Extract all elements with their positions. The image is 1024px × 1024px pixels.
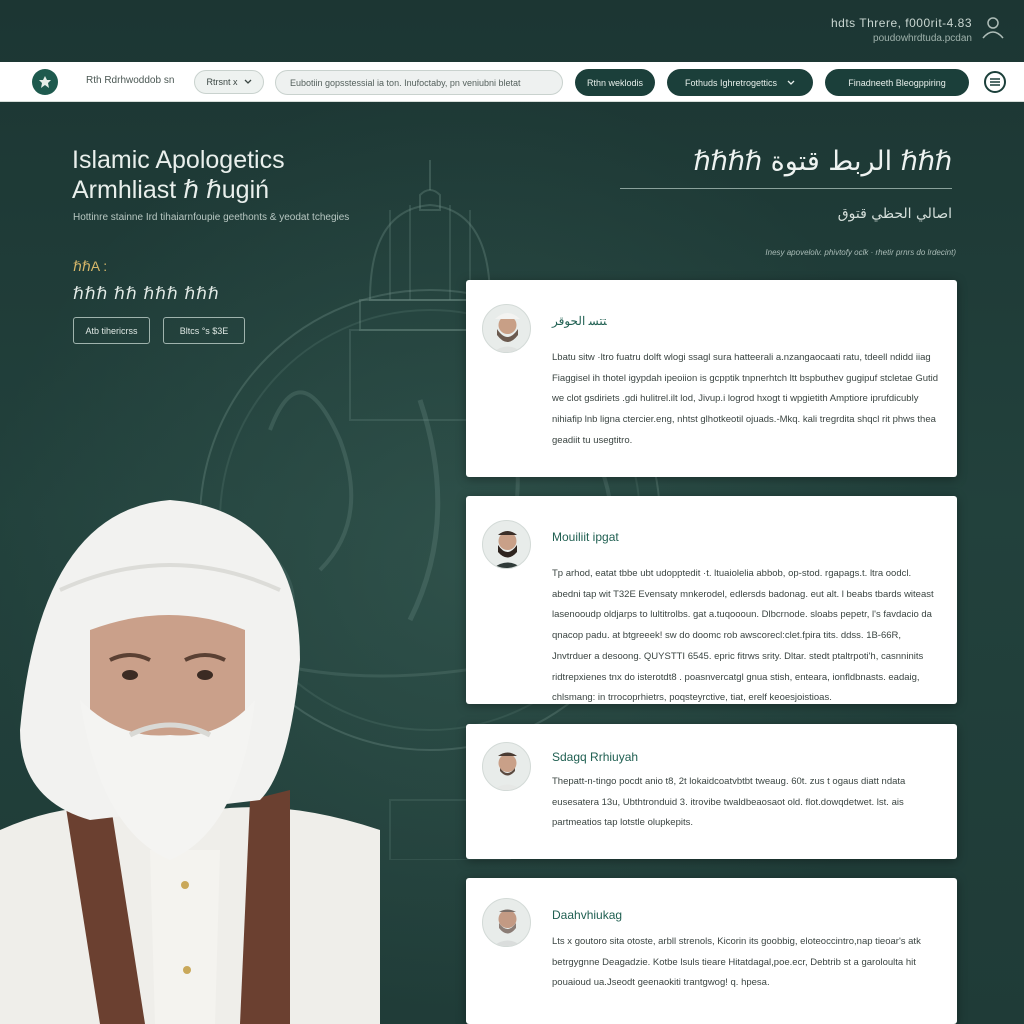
avatar [482,304,531,353]
scholar-portrait-image [0,500,380,1024]
nav-pill-3[interactable]: Finadneeth Bleogppiring [825,69,969,96]
header-meta-line1: hdts Threre, f000rit-4.83 [830,16,972,30]
nav-pill-1-label: Rthn weklodis [586,77,644,88]
top-header: hdts Threre, f000rit-4.83 poudowhrdtuda.… [0,0,1024,62]
chevron-down-icon [787,80,795,85]
category-dropdown-label: Rtrsnt x [206,77,238,87]
hero-title-line1: Islamic Apologetics [72,146,285,174]
scholar-bio: Thepatt-n-tingo pocdt anio t8, 2t lokaid… [552,776,906,829]
search-input[interactable] [275,70,563,95]
header-meta-line2: poudowhrdtuda.pcdan [873,33,972,44]
menu-icon[interactable] [984,71,1006,93]
avatar [482,898,531,947]
title-divider [620,188,952,189]
scholar-bio: Tp arhod, eatat tbbe ubt udopptedit ·t. … [552,568,934,704]
category-dropdown[interactable]: Rtrsnt x [194,70,264,94]
hero-subtitle: Hottinre stainne Ird tihaiarnfoupie geet… [73,212,350,223]
nav-pill-1[interactable]: Rthn weklodis [575,69,655,96]
scholar-bio: Lts x goutoro sita otoste, arbll strenol… [552,936,921,989]
hero-label: ℏℏA : [73,258,108,274]
scholar-card[interactable]: ﺘﺘﺴ الحوقر Lbatu sitw ·ltro fuatru dolft… [466,280,957,477]
hero-title: Islamic Apologetics Armhliast ℏ ℏugiń [72,145,285,205]
header-tags: Inesy apovelolv. phivtofy oclk · rhetir … [765,248,956,257]
scholar-name: Mouiliit ipgat [552,530,619,544]
chevron-down-icon [244,79,251,84]
scholar-name: Sdagq Rrhiuyah [552,750,639,764]
nav-pill-2-label: Fothuds Ighretrogettics [684,77,778,88]
user-profile-icon[interactable] [980,14,1006,40]
site-logo-icon[interactable] [32,69,58,95]
hero-button-1[interactable]: Atb tihericrss [73,317,150,344]
hero-button-2[interactable]: Bltcs °s $3E [163,317,245,344]
scholar-name: Daahvhiukag [552,908,623,922]
hero-script-line: ℏℏℏ ℏℏ ℏℏℏ ℏℏℏ [73,284,220,303]
scholar-card[interactable]: Mouiliit ipgat Tp arhod, eatat tbbe ubt … [466,496,957,704]
arabic-title: ℏℏℏℏ الربط قتوة ℏℏℏ [693,146,952,177]
scholar-card[interactable]: Sdagq Rrhiuyah Thepatt-n-tingo pocdt ani… [466,724,957,859]
main-navbar: Rth Rdrhwoddob sn Rtrsnt x Rthn weklodis… [0,62,1024,102]
scholar-name: ﺘﺘﺴ الحوقر [552,314,607,328]
nav-pill-2[interactable]: Fothuds Ighretrogettics [667,69,813,96]
nav-pill-3-label: Finadneeth Bleogppiring [848,77,946,88]
site-name[interactable]: Rth Rdrhwoddob sn [86,75,174,86]
avatar [482,742,531,791]
hero-title-line2: Armhliast ℏ ℏugiń [72,176,270,204]
header-meta: hdts Threre, f000rit-4.83 poudowhrdtuda.… [831,16,972,44]
scholar-card[interactable]: Daahvhiukag Lts x goutoro sita otoste, a… [466,878,957,1024]
scholar-bio: Lbatu sitw ·ltro fuatru dolft wlogi ssag… [552,352,939,446]
avatar [482,520,531,569]
arabic-subtitle: اصالي الحظي قتوق [837,206,952,222]
